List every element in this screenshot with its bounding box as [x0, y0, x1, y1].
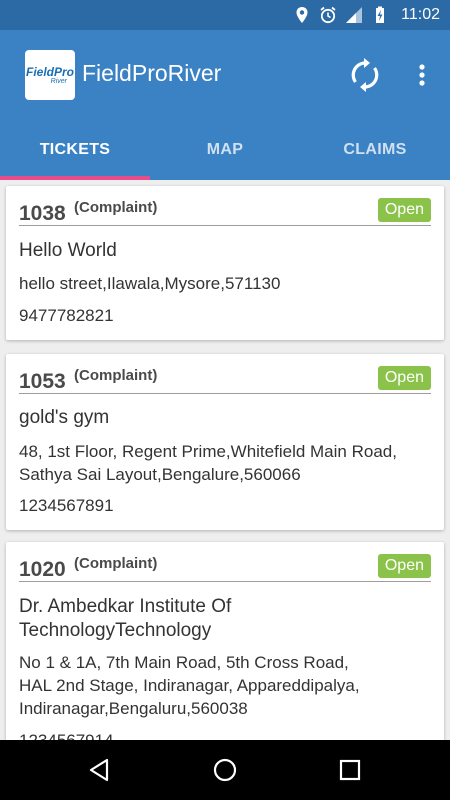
tab-map[interactable]: MAP [150, 120, 300, 180]
back-button[interactable] [85, 755, 115, 785]
ticket-id: 1020 [19, 558, 66, 581]
customer-name: gold's gym [19, 407, 110, 428]
address-line: Indiranagar,Bengaluru,560038 [19, 699, 248, 718]
logo-subtext: River [50, 77, 67, 85]
customer-address: No 1 & 1A, 7th Main Road, 5th Cross Road… [19, 651, 434, 720]
ticket-card[interactable]: 1020 (Complaint) Open Dr. Ambedkar Insti… [6, 542, 444, 740]
address-line: 48, 1st Floor, Regent Prime,Whitefield M… [19, 442, 397, 461]
ticket-type: (Complaint) [74, 555, 158, 572]
ticket-type: (Complaint) [74, 367, 158, 384]
home-icon [213, 758, 237, 782]
home-button[interactable] [210, 755, 240, 785]
app-title: FieldProRiver [82, 60, 222, 86]
name-line: TechnologyTechnology [19, 620, 212, 641]
system-nav-bar [0, 740, 450, 800]
app-logo: FieldPro River [25, 50, 75, 100]
ticket-id: 1053 [19, 370, 66, 393]
sync-button[interactable] [348, 58, 382, 92]
recents-button[interactable] [335, 755, 365, 785]
address-line: HAL 2nd Stage, Indiranagar, Appareddipal… [19, 676, 360, 695]
location-icon [293, 6, 311, 24]
ticket-list[interactable]: 1038 (Complaint) Open Hello World hello … [0, 180, 450, 740]
battery-charging-icon [371, 6, 389, 24]
recents-icon [339, 759, 361, 781]
back-icon [89, 758, 109, 782]
ticket-header: 1020 (Complaint) Open [19, 542, 431, 582]
customer-phone: 1234567914 [19, 729, 434, 740]
status-badge: Open [377, 366, 431, 390]
tab-claims[interactable]: CLAIMS [300, 120, 450, 180]
ticket-header: 1053 (Complaint) Open [19, 354, 431, 394]
customer-address: hello street,Ilawala,Mysore,571130 [19, 274, 281, 293]
ticket-card[interactable]: 1038 (Complaint) Open Hello World hello … [6, 186, 444, 340]
name-line: Dr. Ambedkar Institute Of [19, 596, 232, 617]
ticket-header: 1038 (Complaint) Open [19, 186, 431, 226]
customer-name: Hello World [19, 240, 117, 261]
address-line: Sathya Sai Layout,Bengalure,560066 [19, 465, 301, 484]
signal-icon [345, 6, 363, 24]
status-icons: 11:02 [293, 5, 440, 25]
ticket-card[interactable]: 1053 (Complaint) Open gold's gym 48, 1st… [6, 354, 444, 530]
ticket-id: 1038 [19, 202, 66, 225]
status-badge: Open [377, 198, 431, 222]
overflow-menu-button[interactable] [412, 58, 432, 92]
alarm-icon [319, 6, 337, 24]
customer-name: Dr. Ambedkar Institute Of TechnologyTech… [19, 595, 434, 643]
tab-tickets[interactable]: TICKETS [0, 120, 150, 180]
ticket-type: (Complaint) [74, 199, 158, 216]
status-badge: Open [377, 554, 431, 578]
customer-address: 48, 1st Floor, Regent Prime,Whitefield M… [19, 440, 434, 486]
app-bar: FieldPro River FieldProRiver [0, 30, 450, 120]
status-bar: 11:02 [0, 0, 450, 30]
more-vert-icon [419, 64, 425, 86]
status-time: 11:02 [401, 6, 440, 23]
sync-icon [351, 58, 379, 92]
customer-phone: 9477782821 [19, 306, 114, 325]
address-line: No 1 & 1A, 7th Main Road, 5th Cross Road… [19, 653, 349, 672]
tab-bar: TICKETS MAP CLAIMS [0, 120, 450, 180]
customer-phone: 1234567891 [19, 496, 114, 515]
logo-text: FieldPro [25, 64, 74, 79]
